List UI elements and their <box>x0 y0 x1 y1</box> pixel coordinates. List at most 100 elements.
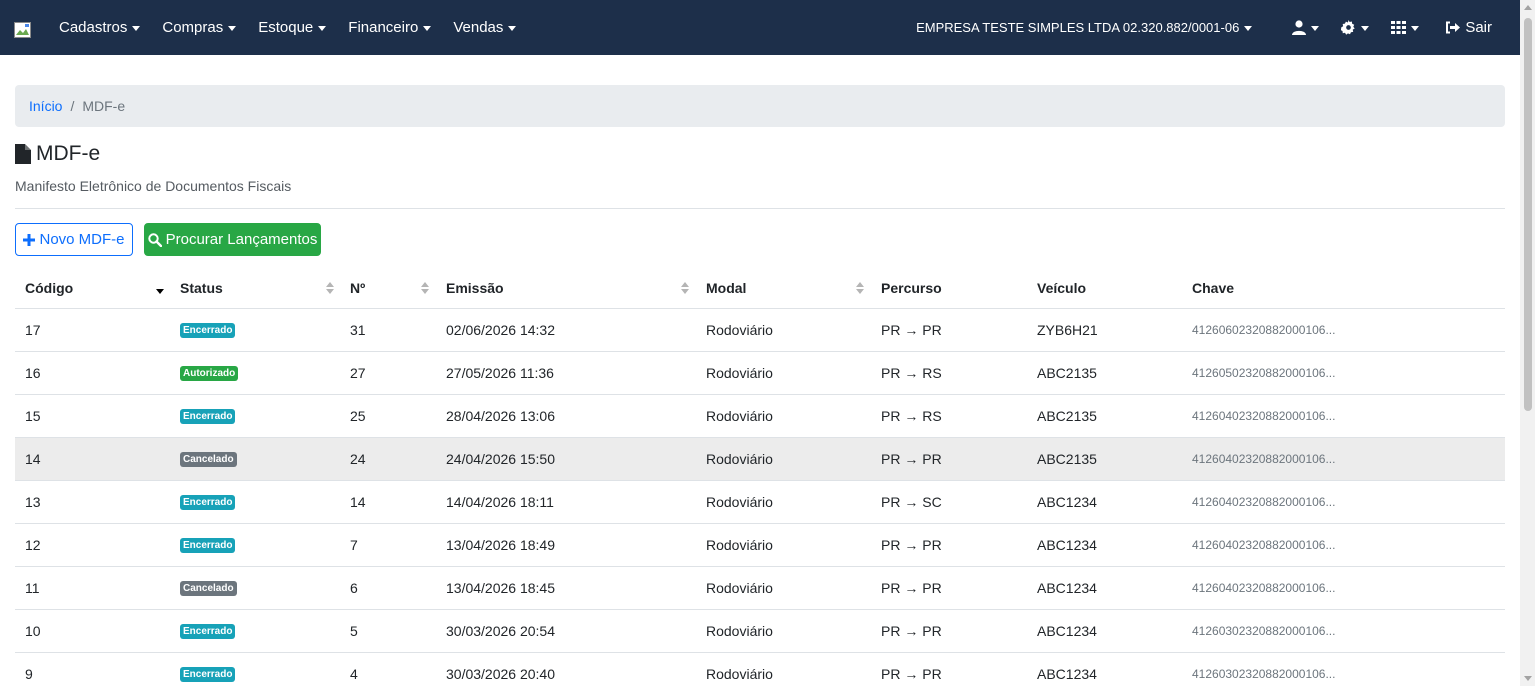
page-subtitle: Manifesto Eletrônico de Documentos Fisca… <box>15 178 292 194</box>
cell-emissao: 28/04/2026 13:06 <box>446 408 555 424</box>
sort-icon[interactable] <box>681 281 689 295</box>
cell-codigo: 15 <box>25 408 41 424</box>
table-row[interactable]: 11 Cancelado 6 13/04/2026 18:45 Rodoviário PR… <box>15 567 1505 610</box>
header-chave: Chave <box>1192 267 1234 309</box>
scroll-up-icon[interactable] <box>1524 5 1532 10</box>
company-selector[interactable]: EMPRESA TESTE SIMPLES LTDA 02.320.882/00… <box>916 20 1253 35</box>
header-emissao-label: Emissão <box>446 280 504 296</box>
cell-chave: 4126060232088200010​6... <box>1192 323 1336 337</box>
table-row[interactable]: 9 Encerrado 4 30/03/2026 20:40 Rodoviário PR … <box>15 653 1505 686</box>
settings-menu[interactable] <box>1341 20 1370 35</box>
cell-codigo: 9 <box>25 666 33 682</box>
cell-percurso: PR → RS <box>881 365 942 381</box>
cell-emissao: 30/03/2026 20:40 <box>446 666 555 682</box>
table-row[interactable]: 16 Autorizado 27 27/05/2026 11:36 Rodoviário… <box>15 352 1505 395</box>
cell-numero: 14 <box>350 494 366 510</box>
header-modal[interactable]: Modal <box>706 267 746 309</box>
page-scrollbar[interactable] <box>1520 0 1535 686</box>
cell-codigo: 14 <box>25 451 41 467</box>
chevron-down-icon <box>423 25 432 31</box>
cell-veiculo: ABC2135 <box>1037 408 1097 424</box>
broken-logo-image[interactable] <box>14 22 31 38</box>
header-emissao[interactable]: Emissão <box>446 267 504 309</box>
cell-modal: Rodoviário <box>706 322 773 338</box>
navbar-right: EMPRESA TESTE SIMPLES LTDA 02.320.882/00… <box>916 0 1492 55</box>
menu-estoque[interactable]: Estoque <box>247 0 337 55</box>
cell-chave: 4126030232088200010​6... <box>1192 624 1336 638</box>
page-title: MDF-e <box>15 142 100 166</box>
cell-percurso: PR → RS <box>881 408 942 424</box>
cell-modal: Rodoviário <box>706 623 773 639</box>
cell-chave: 4126040232088200010​6... <box>1192 495 1336 509</box>
sort-desc-icon[interactable] <box>156 281 164 295</box>
header-numero-label: Nº <box>350 280 366 296</box>
header-veiculo-label: Veículo <box>1037 280 1087 296</box>
cell-numero: 27 <box>350 365 366 381</box>
logout-button[interactable]: Sair <box>1445 19 1492 36</box>
cell-percurso: PR → PR <box>881 580 942 596</box>
table-row[interactable]: 17 Encerrado 31 02/06/2026 14:32 Rodoviário P… <box>15 309 1505 352</box>
cell-numero: 7 <box>350 537 358 553</box>
cell-chave: 4126040232088200010​6... <box>1192 452 1336 466</box>
header-numero[interactable]: Nº <box>350 267 365 309</box>
cell-modal: Rodoviário <box>706 580 773 596</box>
cell-percurso: PR → PR <box>881 451 942 467</box>
apps-menu[interactable] <box>1391 21 1420 34</box>
status-badge: Encerrado <box>180 494 236 510</box>
menu-cadastros[interactable]: Cadastros <box>48 0 151 55</box>
cell-percurso: PR → PR <box>881 537 942 553</box>
cell-numero: 5 <box>350 623 358 639</box>
menu-estoque-label: Estoque <box>258 19 314 36</box>
menu-cadastros-label: Cadastros <box>59 19 128 36</box>
menu-compras[interactable]: Compras <box>151 0 247 55</box>
cell-status: Autorizado <box>180 352 239 394</box>
chevron-down-icon <box>228 25 237 31</box>
menu-vendas[interactable]: Vendas <box>442 0 527 55</box>
table-row[interactable]: 13 Encerrado 14 14/04/2026 18:11 Rodoviário P… <box>15 481 1505 524</box>
table-row[interactable]: 14 Cancelado 24 24/04/2026 15:50 Rodoviário P… <box>15 438 1505 481</box>
header-codigo[interactable]: Código <box>25 267 73 309</box>
main-menu: Cadastros Compras Estoque Financeiro Ven… <box>48 0 527 55</box>
gear-icon <box>1341 20 1355 35</box>
cell-codigo: 17 <box>25 322 41 338</box>
cell-veiculo: ABC1234 <box>1037 580 1097 596</box>
new-mdfe-button[interactable]: Novo MDF-e <box>15 223 133 256</box>
chevron-down-icon <box>1244 25 1253 31</box>
breadcrumb-home-link[interactable]: Início <box>29 98 62 114</box>
scroll-down-icon[interactable] <box>1524 676 1532 681</box>
table-header: Código Status Nº Emissão Modal Percurso … <box>15 267 1505 309</box>
cell-codigo: 11 <box>25 580 40 596</box>
menu-financeiro[interactable]: Financeiro <box>337 0 442 55</box>
header-veiculo: Veículo <box>1037 267 1086 309</box>
cell-veiculo: ABC1234 <box>1037 623 1097 639</box>
cell-modal: Rodoviário <box>706 494 773 510</box>
table-row[interactable]: 10 Encerrado 5 30/03/2026 20:54 Rodoviário PR… <box>15 610 1505 653</box>
sort-icon[interactable] <box>326 281 334 295</box>
sort-icon[interactable] <box>421 281 429 295</box>
cell-numero: 6 <box>350 580 358 596</box>
user-menu[interactable] <box>1292 20 1320 35</box>
search-entries-button[interactable]: Procurar Lançamentos <box>144 223 321 256</box>
header-chave-label: Chave <box>1192 280 1235 296</box>
table-row[interactable]: 15 Encerrado 25 28/04/2026 13:06 Rodoviário P… <box>15 395 1505 438</box>
cell-status: Encerrado <box>180 610 236 652</box>
menu-compras-label: Compras <box>162 19 224 36</box>
chevron-down-icon <box>1361 25 1370 31</box>
header-status-label: Status <box>180 280 223 296</box>
header-status[interactable]: Status <box>180 267 223 309</box>
cell-emissao: 02/06/2026 14:32 <box>446 322 555 338</box>
grid-icon <box>1391 21 1407 34</box>
cell-status: Cancelado <box>180 567 237 609</box>
cell-percurso: PR → SC <box>881 494 942 510</box>
cell-status: Encerrado <box>180 395 236 437</box>
status-badge: Encerrado <box>180 623 236 639</box>
cell-modal: Rodoviário <box>706 537 773 553</box>
scrollbar-thumb[interactable] <box>1524 18 1532 411</box>
header-modal-label: Modal <box>706 280 747 296</box>
cell-chave: 4126030232088200010​6... <box>1192 667 1336 681</box>
sort-icon[interactable] <box>856 281 864 295</box>
cell-modal: Rodoviário <box>706 408 773 424</box>
cell-chave: 4126050232088200010​6... <box>1192 366 1336 380</box>
table-row[interactable]: 12 Encerrado 7 13/04/2026 18:49 Rodoviário PR… <box>15 524 1505 567</box>
cell-numero: 31 <box>350 322 366 338</box>
